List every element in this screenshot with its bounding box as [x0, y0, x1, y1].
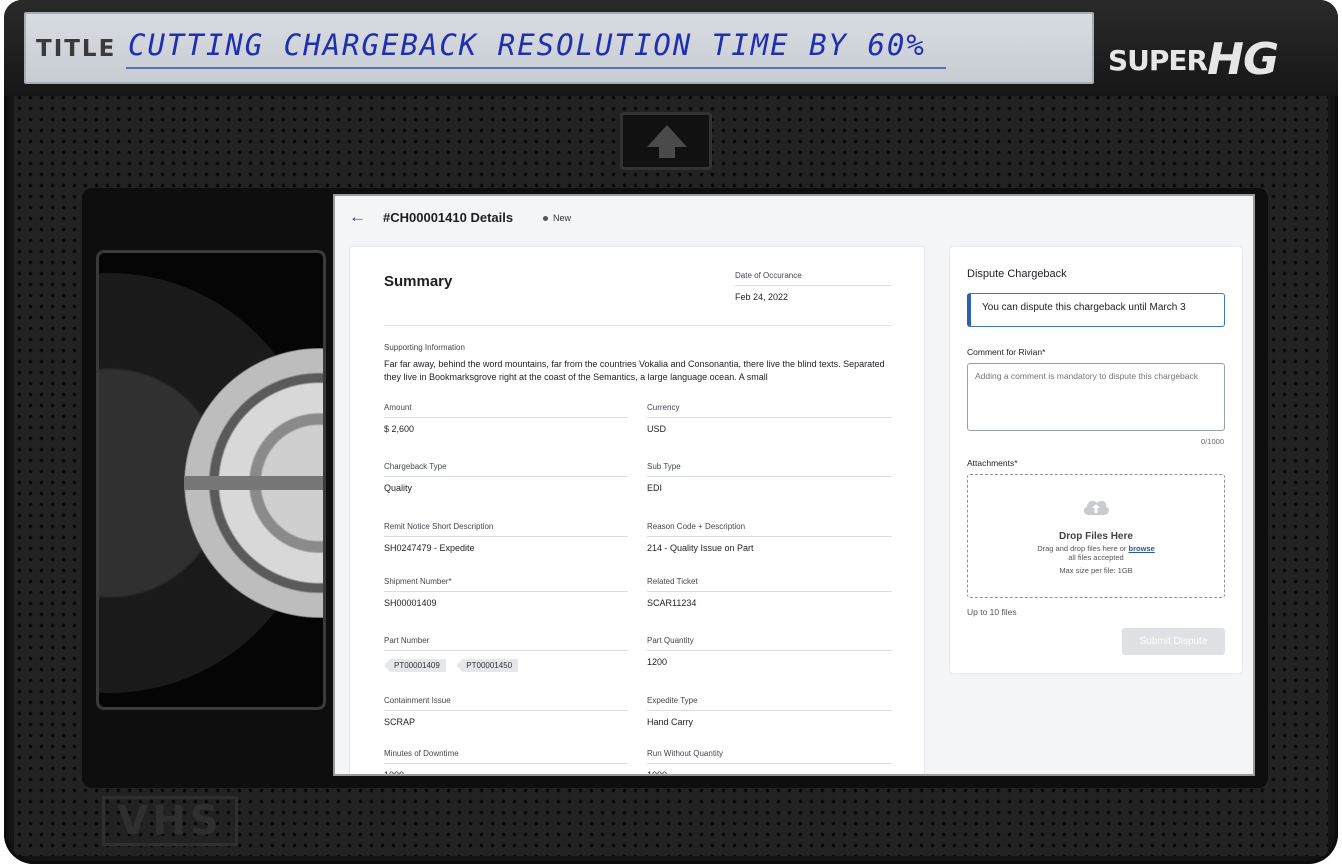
shipment-number-field: Shipment Number* SH00001409	[384, 577, 628, 608]
page-title: #CH00001410 Details	[383, 210, 514, 225]
chargeback-type-field: Chargeback Type Quality	[384, 462, 628, 493]
brand-hg: HG	[1207, 34, 1279, 85]
containment-issue-field: Containment Issue SCRAP	[384, 696, 628, 727]
field-value: SCRAP	[384, 717, 416, 727]
field-value: 1000	[647, 770, 668, 776]
summary-divider	[384, 325, 892, 326]
file-dropzone[interactable]: Drop Files Here Drag and drop files here…	[967, 474, 1225, 598]
eject-arrow-icon	[647, 125, 687, 147]
run-without-quantity-field: Run Without Quantity 1000	[647, 749, 892, 776]
remit-notice-field: Remit Notice Short Description SH0247479…	[384, 522, 628, 553]
app-screen: ← #CH00001410 Details New Summary Date o…	[333, 194, 1255, 776]
field-label: Related Ticket	[647, 577, 698, 586]
currency-field: Currency USD	[647, 403, 892, 434]
cassette-label-title: CUTTING CHARGEBACK RESOLUTION TIME BY 60…	[128, 28, 926, 62]
comment-input[interactable]	[967, 363, 1225, 431]
field-value: $ 2,600	[384, 424, 415, 434]
field-label: Expedite Type	[647, 696, 698, 705]
dispute-title: Dispute Chargeback	[967, 268, 1067, 280]
field-label: Currency	[647, 403, 680, 412]
field-label: Minutes of Downtime	[384, 749, 459, 758]
field-value: SCAR11234	[647, 598, 697, 608]
field-value: Feb 24, 2022	[735, 292, 789, 302]
minutes-downtime-field: Minutes of Downtime 1000	[384, 749, 628, 776]
field-label: Containment Issue	[384, 696, 451, 705]
reason-code-field: Reason Code + Description 214 - Quality …	[647, 522, 892, 553]
field-label: Chargeback Type	[384, 462, 447, 471]
field-label: Reason Code + Description	[647, 522, 746, 531]
reel-hub-spoke	[184, 476, 323, 490]
field-label: Date of Occurance	[735, 271, 802, 280]
field-label: Remit Notice Short Description	[384, 522, 494, 531]
field-value: USD	[647, 424, 667, 434]
field-value: 1000	[384, 770, 405, 776]
summary-title: Summary	[384, 273, 453, 290]
field-label: Shipment Number*	[384, 577, 452, 586]
drop-subtitle: Drag and drop files here or browse	[968, 544, 1224, 553]
cassette-label: TITLE CUTTING CHARGEBACK RESOLUTION TIME…	[24, 12, 1094, 84]
cassette-label-underline	[126, 67, 946, 69]
related-ticket-field: Related Ticket SCAR11234	[647, 577, 892, 608]
sub-type-field: Sub Type EDI	[647, 462, 892, 493]
field-value: Quality	[384, 483, 413, 493]
brand-logo: SUPERHG	[1108, 30, 1279, 85]
field-value: EDI	[647, 483, 663, 493]
eject-arrow-stem	[659, 146, 675, 158]
file-limit-note: Up to 10 files	[967, 607, 1017, 617]
expedite-type-field: Expedite Type Hand Carry	[647, 696, 892, 727]
part-number-chips: PT00001409 PT00001450	[384, 655, 628, 672]
part-chip[interactable]: PT00001450	[456, 659, 519, 672]
part-chip[interactable]: PT00001409	[384, 659, 446, 672]
reel-window	[96, 250, 326, 710]
attachments-label: Attachments*	[967, 458, 1018, 468]
amount-field: Amount $ 2,600	[384, 403, 628, 434]
browse-link[interactable]: browse	[1129, 544, 1155, 553]
status-badge: New	[553, 213, 572, 223]
date-of-occurance-field: Date of Occurance Feb 24, 2022	[735, 271, 891, 302]
cloud-upload-icon	[1083, 500, 1109, 515]
supporting-info-text: Far far away, behind the word mountains,…	[384, 359, 885, 382]
field-label: Part Quantity	[647, 636, 694, 645]
cassette-label-prefix: TITLE	[36, 36, 117, 62]
status-dot	[543, 216, 548, 221]
field-label: Amount	[384, 403, 412, 412]
field-value: SH0247479 - Expedite	[384, 543, 475, 553]
summary-card: Summary Date of Occurance Feb 24, 2022 S…	[349, 246, 925, 776]
part-quantity-field: Part Quantity 1200	[647, 636, 892, 667]
deadline-banner: You can dispute this chargeback until Ma…	[967, 293, 1225, 327]
part-number-field: Part Number PT00001409 PT00001450	[384, 636, 628, 672]
page-header: ← #CH00001410 Details New	[335, 196, 1253, 240]
drop-title: Drop Files Here	[1059, 531, 1133, 542]
brand-super: SUPER	[1108, 44, 1208, 77]
supporting-info-label: Supporting Information	[384, 343, 465, 352]
field-label: Run Without Quantity	[647, 749, 724, 758]
field-value: Hand Carry	[647, 717, 694, 727]
drop-max-size: Max size per file: 1GB	[1059, 566, 1133, 575]
comment-label: Comment for Rivian*	[967, 347, 1046, 357]
field-label: Sub Type	[647, 462, 681, 471]
eject-slot	[620, 112, 712, 170]
dispute-card: Dispute Chargeback You can dispute this …	[949, 246, 1243, 674]
drop-subtitle-prefix: Drag and drop files here or	[1037, 544, 1127, 553]
field-value: 214 - Quality Issue on Part	[647, 543, 754, 553]
submit-dispute-button[interactable]: Submit Dispute	[1122, 628, 1225, 655]
back-arrow-icon[interactable]: ←	[349, 208, 367, 226]
field-value: 1200	[647, 657, 668, 667]
field-value: SH00001409	[384, 598, 437, 608]
drop-accepted-note: all files accepted	[1068, 553, 1124, 562]
vhs-logo: VHS	[102, 796, 238, 846]
char-counter: 0/1000	[1201, 437, 1224, 446]
field-label: Part Number	[384, 636, 430, 645]
